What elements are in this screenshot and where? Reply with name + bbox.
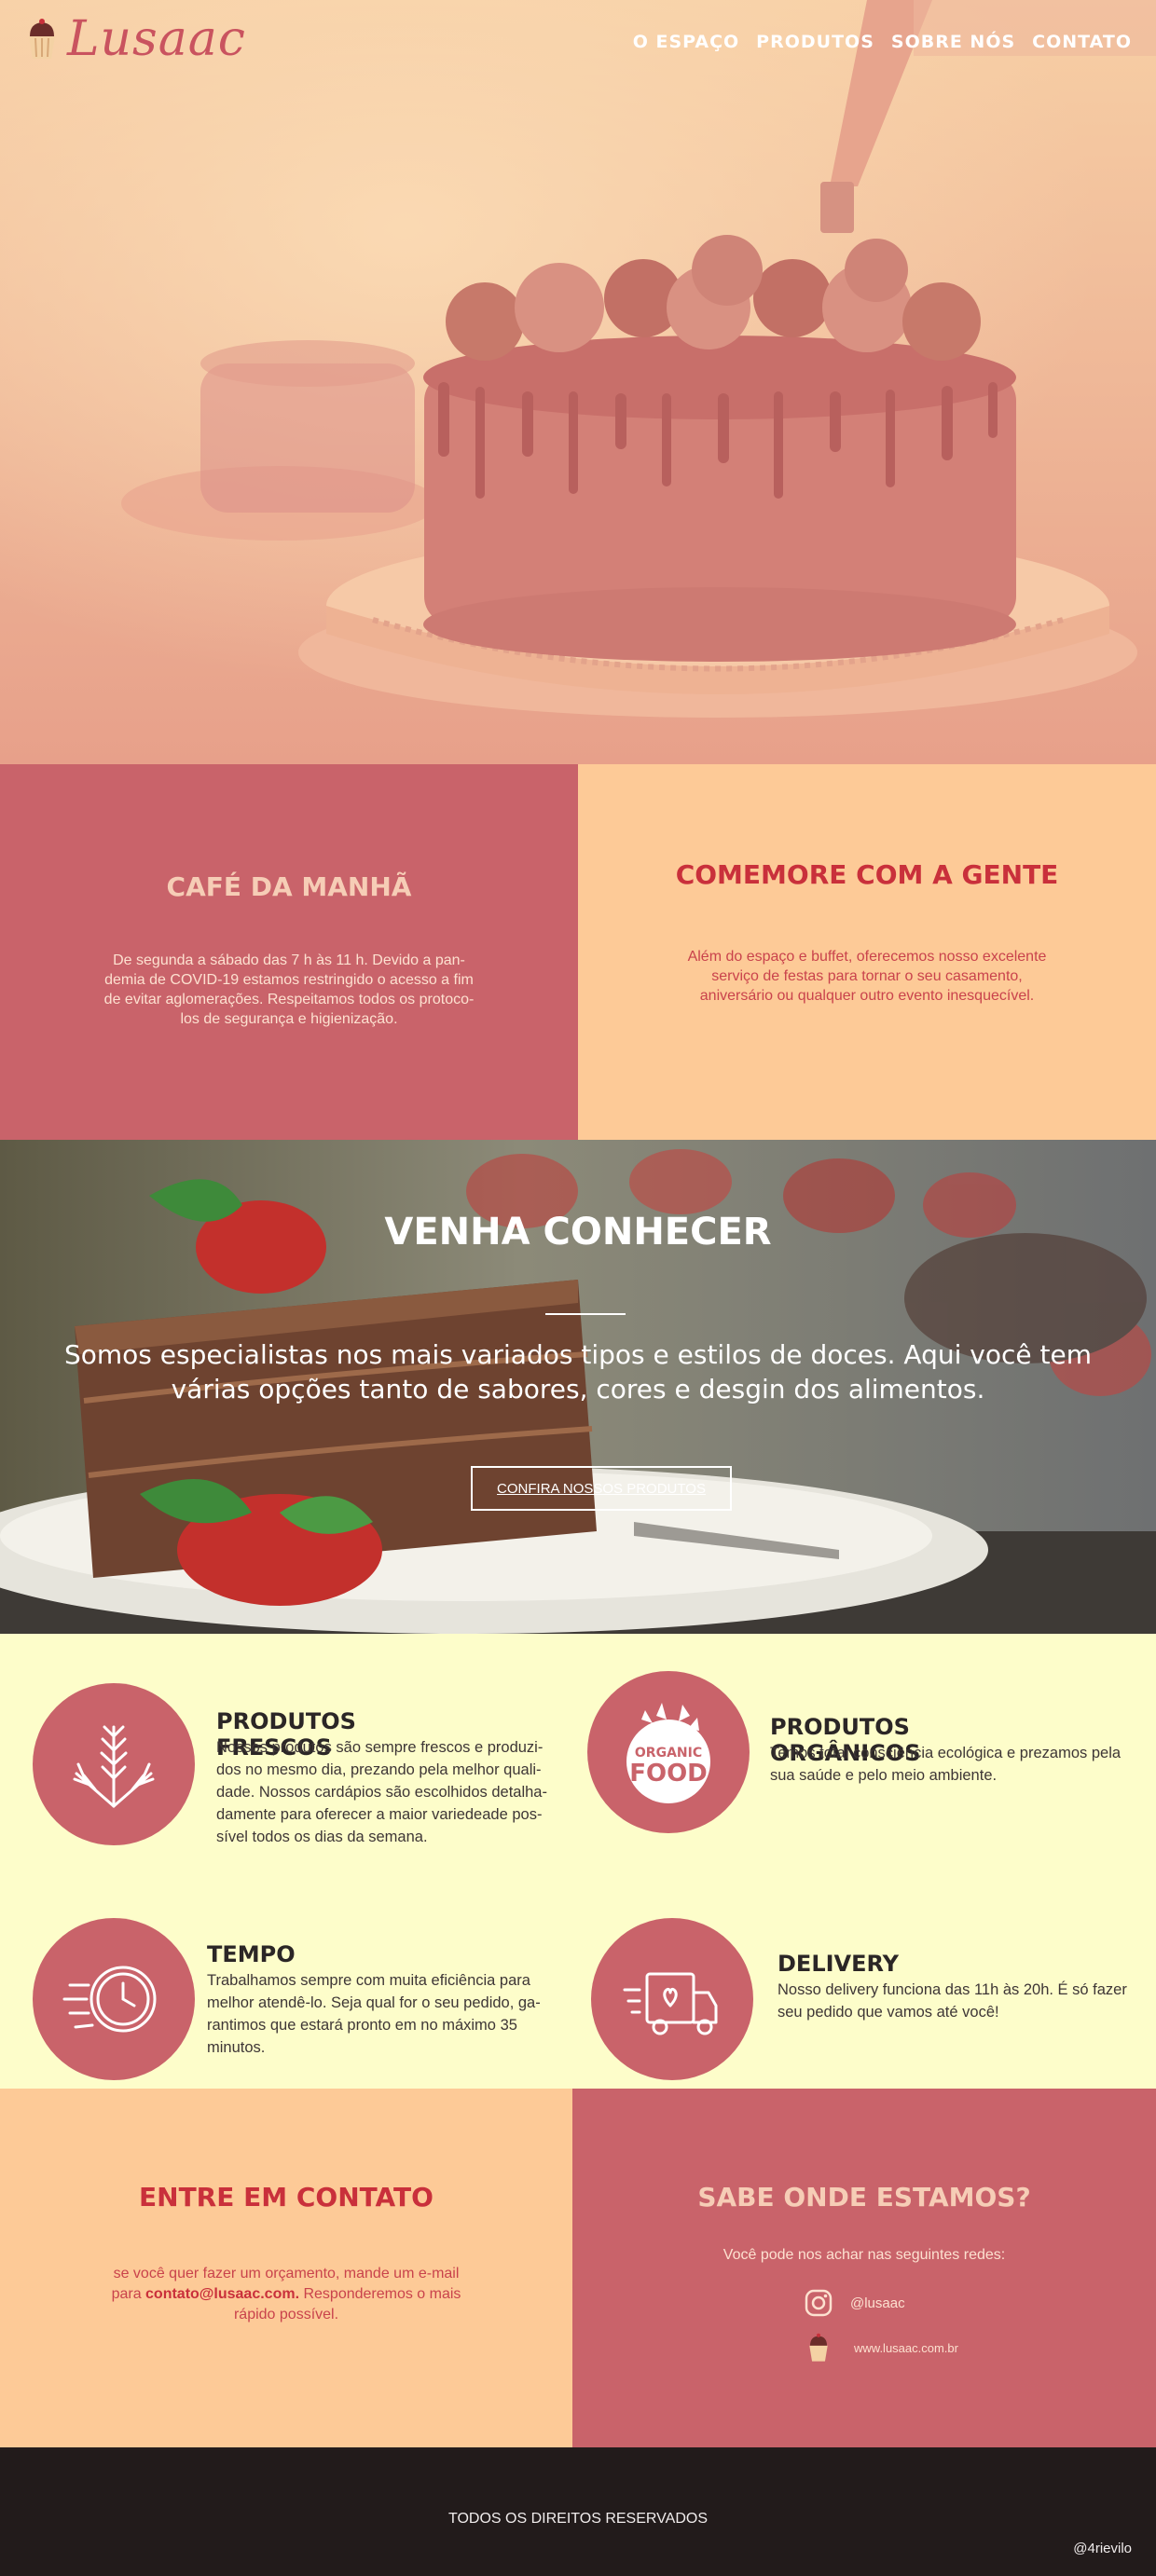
tempo-text: Trabalhamos sempre com muita eficiência … (207, 1969, 561, 2059)
cafe-text-line: De segunda a sábado das 7 h às 11 h. Dev… (113, 952, 465, 968)
organicos-text: Temos total consciência ecológica e prez… (770, 1742, 1143, 1787)
contact-text-line: Responderemos o mais (299, 2286, 461, 2302)
entre-em-contato-title: ENTRE EM CONTATO (139, 2182, 434, 2213)
cake-hero-image (0, 0, 1156, 764)
organic-badge-bottom: FOOD (629, 1760, 708, 1788)
copyright-text: TODOS OS DIREITOS RESERVADOS (448, 2511, 708, 2527)
cafe-text-line: demia de COVID-19 estamos restringido o … (104, 972, 474, 988)
delivery-truck-icon (591, 1918, 753, 2080)
sabe-onde-estamos-panel: SABE ONDE ESTAMOS? Você pode nos achar n… (572, 2089, 1156, 2447)
website-link[interactable]: www.lusaac.com.br (804, 2333, 958, 2363)
confira-produtos-button[interactable]: CONFIRA NOSSOS PRODUTOS (471, 1466, 732, 1511)
cafe-da-manha-text: De segunda a sábado das 7 h às 11 h. Dev… (93, 951, 485, 1029)
wheat-icon (33, 1683, 195, 1845)
contact-text-line: rápido possível. (233, 2307, 339, 2323)
frescos-text-line: Nossos produtos são sempre frescos e pro… (216, 1739, 544, 1756)
networks-intro: Você pode nos achar nas seguintes redes: (722, 2247, 1006, 2263)
frescos-text-line: sível todos os dias da semana. (216, 1829, 428, 1845)
logo-text: Lusaac (67, 11, 246, 67)
footer: TODOS OS DIREITOS RESERVADOS @4rievilo (0, 2447, 1156, 2576)
delivery-text-line: seu pedido que vamos até você! (778, 2004, 999, 2021)
frescos-text-line: dade. Nossos cardápios são escolhidos de… (216, 1784, 547, 1801)
cafe-text-line: de evitar aglomerações. Respeitamos todo… (103, 992, 475, 1007)
venha-conhecer-section: VENHA CONHECER Somos especialistas nos m… (0, 1140, 1156, 1634)
comemore-text-line: serviço de festas para tornar o seu casa… (711, 968, 1023, 984)
entre-em-contato-panel: ENTRE EM CONTATO se você quer fazer um o… (0, 2089, 572, 2447)
features-section: PRODUTOS FRESCOS Nossos produtos são sem… (0, 1634, 1156, 2089)
instagram-handle: @lusaac (850, 2295, 905, 2311)
title-divider (545, 1313, 626, 1315)
cafe-da-manha-panel: CAFÉ DA MANHÃ De segunda a sábado das 7 … (0, 764, 578, 1140)
nav-o-espaco[interactable]: O ESPAÇO (633, 32, 739, 52)
organic-food-icon: ORGANIC FOOD (587, 1671, 750, 1833)
venha-conhecer-title: VENHA CONHECER (384, 1211, 772, 1254)
cupcake-site-icon (809, 2333, 828, 2362)
comemore-panel: COMEMORE COM A GENTE Além do espaço e bu… (578, 764, 1156, 1140)
instagram-icon (805, 2289, 833, 2317)
contact-email-link[interactable]: contato@lusaac.com. (145, 2286, 299, 2302)
frescos-text: Nossos produtos são sempre frescos e pro… (216, 1736, 561, 1848)
cafe-text-line: los de segurança e higienização. (180, 1011, 398, 1027)
comemore-title: COMEMORE COM A GENTE (675, 859, 1059, 890)
venha-text-line: várias opções tanto de sabores, cores e … (171, 1374, 985, 1404)
tempo-title: TEMPO (207, 1941, 296, 1967)
delivery-text: Nosso delivery funciona das 11h às 20h. … (778, 1979, 1141, 2023)
sabe-onde-estamos-title: SABE ONDE ESTAMOS? (697, 2182, 1031, 2213)
venha-text-line: Somos especialistas nos mais variados ti… (64, 1339, 1092, 1370)
frescos-text-line: damente para oferecer a maior variedeade… (216, 1806, 543, 1823)
comemore-text: Além do espaço e buffet, oferecemos noss… (671, 947, 1063, 1006)
tempo-text-line: melhor atendê-lo. Seja qual for o seu pe… (207, 1994, 541, 2011)
logo[interactable]: Lusaac (26, 11, 246, 67)
website-url: www.lusaac.com.br (854, 2340, 958, 2355)
contact-section: ENTRE EM CONTATO se você quer fazer um o… (0, 2089, 1156, 2447)
fast-clock-icon (33, 1918, 195, 2080)
contact-text-line: para (111, 2286, 146, 2302)
frescos-text-line: dos no mesmo dia, prezando pela melhor q… (216, 1761, 542, 1778)
organicos-text-line: Temos total consciência ecológica e prez… (770, 1745, 1122, 1761)
contact-text-line: se você quer fazer um orçamento, mande u… (113, 2266, 460, 2281)
cupcake-logo-icon (29, 19, 55, 59)
nav-produtos[interactable]: PRODUTOS (756, 32, 874, 52)
contact-text: se você quer fazer um orçamento, mande u… (90, 2264, 482, 2325)
delivery-text-line: Nosso delivery funciona das 11h às 20h. … (778, 1981, 1127, 1998)
nav-contato[interactable]: CONTATO (1032, 32, 1132, 52)
tempo-text-line: minutos. (207, 2039, 266, 2056)
organicos-text-line: sua saúde e pelo meio ambiente. (770, 1767, 998, 1784)
instagram-link[interactable]: @lusaac (804, 2288, 905, 2318)
tempo-text-line: rantimos que estará pronto em no máximo … (207, 2017, 517, 2034)
delivery-title: DELIVERY (778, 1951, 900, 1977)
comemore-text-line: Além do espaço e buffet, oferecemos noss… (687, 949, 1047, 965)
organic-badge-top: ORGANIC (635, 1746, 702, 1761)
venha-conhecer-text: Somos especialistas nos mais variados ti… (56, 1337, 1100, 1406)
comemore-text-line: aniversário ou qualquer outro evento ine… (699, 988, 1035, 1004)
hero-section: Lusaac O ESPAÇO PRODUTOS SOBRE NÓS CONTA… (0, 0, 1156, 764)
tempo-text-line: Trabalhamos sempre com muita eficiência … (207, 1972, 530, 1989)
author-signature: @4rievilo (1073, 2541, 1132, 2556)
cafe-da-manha-title: CAFÉ DA MANHÃ (166, 871, 412, 902)
main-nav: O ESPAÇO PRODUTOS SOBRE NÓS CONTATO (633, 32, 1132, 52)
info-panels: CAFÉ DA MANHÃ De segunda a sábado das 7 … (0, 764, 1156, 1140)
nav-sobre-nos[interactable]: SOBRE NÓS (891, 32, 1015, 52)
